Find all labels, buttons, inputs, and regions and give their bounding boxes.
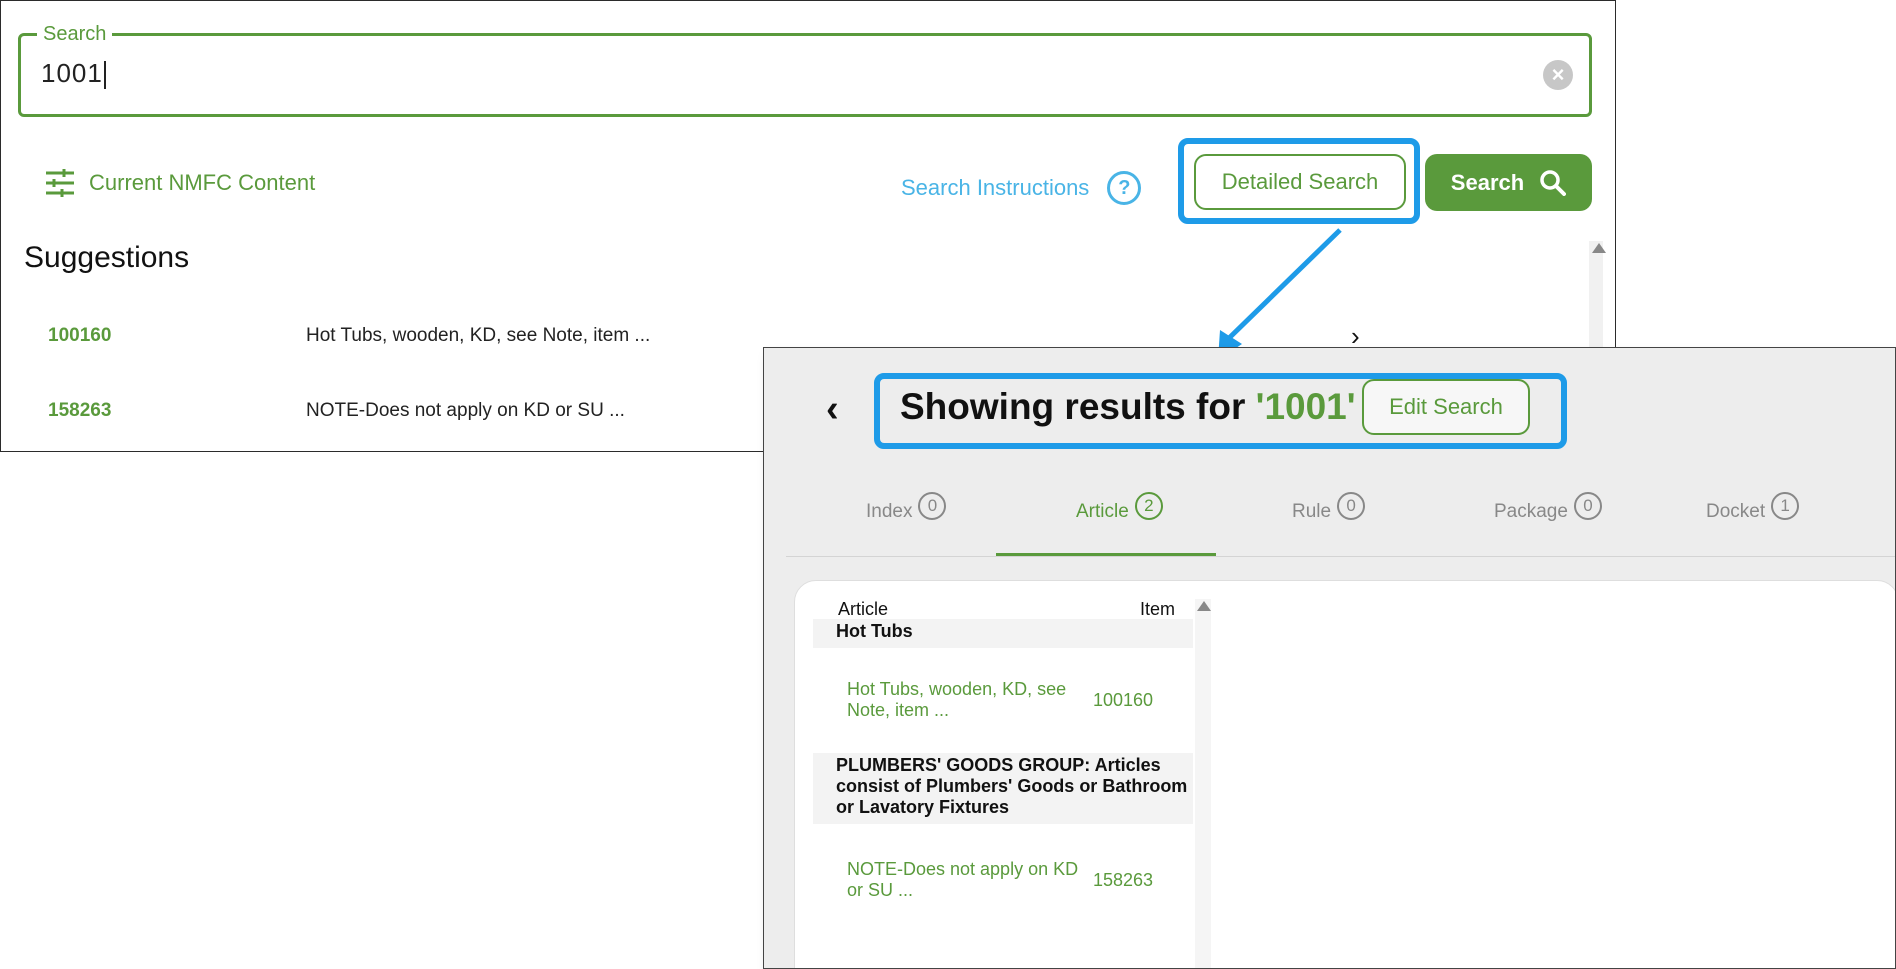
back-chevron-icon[interactable]: ‹ bbox=[826, 388, 839, 431]
article-link[interactable]: NOTE-Does not apply on KD or SU ... bbox=[847, 859, 1092, 901]
tab-docket[interactable]: Docket 1 bbox=[1706, 492, 1800, 526]
results-panel: ‹ Showing results for '1001' Edit Search… bbox=[763, 347, 1896, 969]
tab-index[interactable]: Index 0 bbox=[866, 492, 947, 526]
suggestions-heading: Suggestions bbox=[24, 241, 190, 274]
results-scrollbar[interactable] bbox=[1195, 599, 1211, 968]
scroll-up-arrow-icon[interactable] bbox=[1592, 243, 1606, 253]
tab-divider bbox=[786, 556, 1895, 557]
group-header: Hot Tubs bbox=[813, 619, 1193, 648]
search-input[interactable]: Search 1001 × bbox=[18, 22, 1592, 117]
search-icon bbox=[1540, 169, 1567, 196]
search-value[interactable]: 1001 bbox=[41, 58, 106, 90]
tab-count-badge: 1 bbox=[1771, 492, 1800, 520]
search-instructions-label: Search Instructions bbox=[901, 175, 1090, 200]
article-item-number[interactable]: 100160 bbox=[1093, 690, 1153, 711]
tab-count-badge: 0 bbox=[918, 492, 947, 520]
article-item-number[interactable]: 158263 bbox=[1093, 870, 1153, 891]
tab-label: Rule bbox=[1292, 501, 1332, 522]
results-table: Article Item Hot Tubs Hot Tubs, wooden, … bbox=[794, 580, 1895, 968]
search-legend: Search bbox=[37, 22, 113, 46]
suggestion-code[interactable]: 158263 bbox=[48, 400, 111, 422]
detailed-search-highlight bbox=[1178, 138, 1420, 224]
question-circle-icon[interactable]: ? bbox=[1107, 171, 1142, 205]
tab-rule[interactable]: Rule 0 bbox=[1292, 492, 1366, 526]
tab-article[interactable]: Article 2 bbox=[1076, 492, 1163, 526]
tab-label: Article bbox=[1076, 501, 1129, 522]
suggestion-description: Hot Tubs, wooden, KD, see Note, item ... bbox=[306, 325, 651, 346]
suggestion-code[interactable]: 100160 bbox=[48, 325, 111, 347]
text-caret bbox=[103, 61, 106, 90]
tab-label: Index bbox=[866, 501, 913, 522]
tab-label: Package bbox=[1494, 501, 1568, 522]
edit-search-highlight bbox=[874, 373, 1567, 449]
tab-count-badge: 2 bbox=[1134, 492, 1163, 520]
tab-count-badge: 0 bbox=[1337, 492, 1366, 520]
column-header-article: Article bbox=[838, 599, 889, 619]
group-header: PLUMBERS' GOODS GROUP: Articles consist … bbox=[813, 753, 1193, 824]
current-nmfc-content-link[interactable]: Current NMFC Content bbox=[45, 169, 315, 197]
current-nmfc-content-label: Current NMFC Content bbox=[89, 170, 316, 195]
search-button[interactable]: Search bbox=[1425, 154, 1592, 211]
tab-package[interactable]: Package 0 bbox=[1494, 492, 1602, 526]
sliders-icon bbox=[46, 169, 74, 197]
suggestion-description: NOTE-Does not apply on KD or SU ... bbox=[306, 400, 625, 421]
tab-count-badge: 0 bbox=[1573, 492, 1602, 520]
column-header-item: Item bbox=[1140, 599, 1176, 619]
search-instructions-link[interactable]: Search Instructions ? bbox=[901, 171, 1142, 205]
tab-label: Docket bbox=[1706, 501, 1766, 522]
article-link[interactable]: Hot Tubs, wooden, KD, see Note, item ... bbox=[847, 679, 1092, 721]
clear-icon[interactable]: × bbox=[1543, 60, 1573, 90]
search-button-label: Search bbox=[1450, 169, 1525, 195]
scroll-up-arrow-icon[interactable] bbox=[1197, 601, 1211, 611]
